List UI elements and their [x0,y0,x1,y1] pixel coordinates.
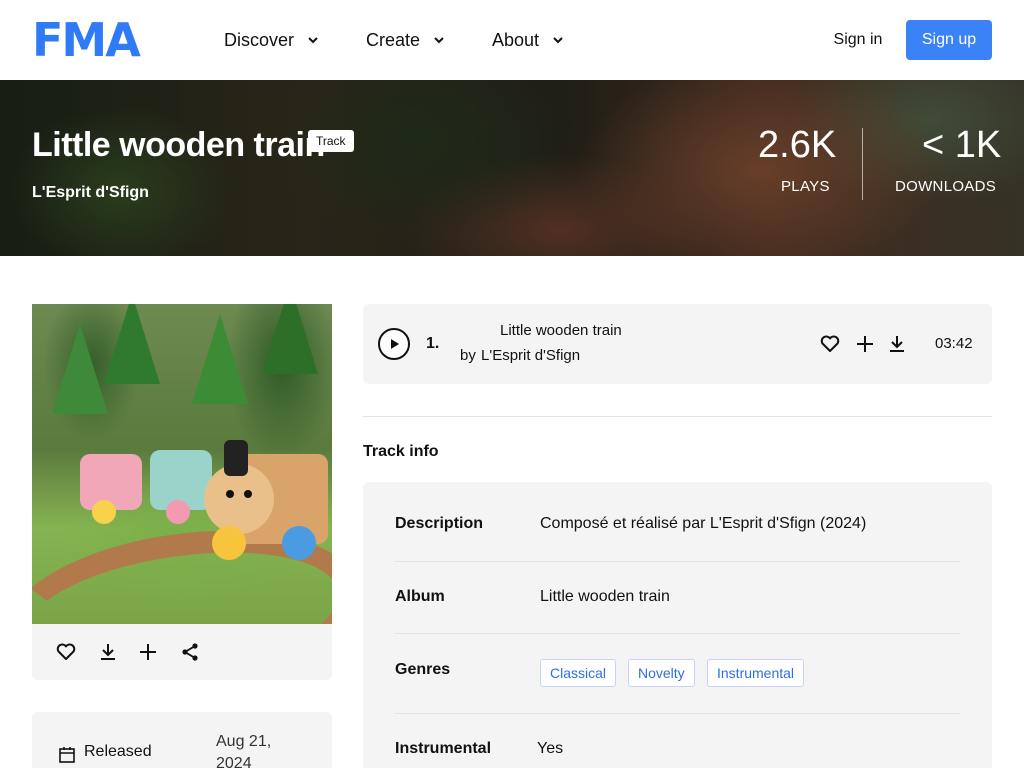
instrumental-value: Yes [537,740,564,757]
release-date: Aug 21, 2024 [216,731,272,768]
artwork-wheel [166,500,190,524]
track-info-heading: Track info [363,443,439,460]
artwork-tree [52,324,108,414]
artwork-tree [104,304,160,384]
track-type-badge: Track [308,130,354,152]
artist-link[interactable]: L'Esprit d'Sfign [32,184,149,202]
genre-tag-novelty[interactable]: Novelty [628,659,695,687]
nav-discover-label[interactable]: Discover [224,30,294,51]
downloads-count: < 1K [922,124,1002,166]
plays-count: 2.6K [758,124,837,166]
artwork-wheel [212,526,246,560]
artwork-wheel [92,500,116,524]
sign-up-button[interactable]: Sign up [906,20,992,60]
instrumental-label: Instrumental [395,740,492,757]
artwork-eye [244,490,252,498]
artwork-wheel [282,526,316,560]
description-value: Composé et réalisé par L'Esprit d'Sfign … [540,515,867,532]
downloads-label: DOWNLOADS [895,178,997,195]
download-icon[interactable] [96,640,120,664]
genre-tag-instrumental[interactable]: Instrumental [707,659,805,687]
album-label: Album [395,588,445,605]
track-duration: 03:42 [935,335,973,352]
released-label: Released [84,743,152,760]
description-label: Description [395,515,484,532]
nav-create[interactable]: Create [366,28,452,52]
add-icon[interactable] [853,332,877,356]
player-by-label: by [460,347,476,364]
artwork-eye [226,490,234,498]
player-artist-link[interactable]: L'Esprit d'Sfign [481,347,580,364]
album-link[interactable]: Little wooden train [540,588,670,606]
chevron-down-icon[interactable] [426,27,452,53]
divider [363,416,992,417]
add-icon[interactable] [136,640,160,664]
artwork-tree [192,314,248,404]
artwork-tree [262,304,318,374]
calendar-icon [55,743,79,767]
info-row-divider [395,561,960,562]
fma-logo[interactable]: FMA [32,14,141,66]
info-row-divider [395,633,960,634]
track-artwork [32,304,332,624]
download-icon[interactable] [885,332,909,356]
track-title: Little wooden train [32,126,325,164]
site-header: FMA Discover Create About Sign in Sign u… [0,0,1024,80]
share-icon[interactable] [178,640,202,664]
play-icon [391,339,399,349]
stats-divider [862,128,863,200]
nav-about-label[interactable]: About [492,30,539,51]
heart-icon[interactable] [818,332,842,356]
genre-tag-classical[interactable]: Classical [540,659,617,687]
sign-in-button[interactable]: Sign in [816,20,900,60]
track-number: 1. [426,335,440,352]
chevron-down-icon[interactable] [300,27,326,53]
release-date-line: Aug 21, [216,733,272,750]
release-date-line: 2024 [216,755,252,768]
track-hero: Little wooden train Track L'Esprit d'Sfi… [0,80,1024,256]
nav-create-label[interactable]: Create [366,30,420,51]
heart-icon[interactable] [54,640,78,664]
plays-label: PLAYS [781,178,830,195]
chevron-down-icon[interactable] [545,27,571,53]
genres-label: Genres [395,661,451,678]
info-row-divider [395,713,960,714]
nav-discover[interactable]: Discover [224,28,326,52]
artwork-chimney [224,440,248,476]
nav-about[interactable]: About [492,28,571,52]
play-button[interactable] [378,328,410,360]
artwork-actions [32,624,332,680]
player-track-title[interactable]: Little wooden train [500,322,622,339]
